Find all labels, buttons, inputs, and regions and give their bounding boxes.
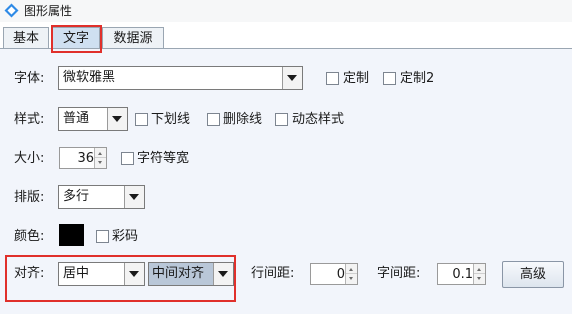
size-spinner[interactable]: 36 (59, 147, 107, 169)
strikethrough-label: 删除线 (223, 112, 263, 127)
custom-label: 定制 (343, 71, 370, 86)
font-label: 字体: (14, 71, 45, 86)
tab-highlight-box (51, 25, 102, 53)
font-dropdown-button[interactable] (282, 67, 302, 89)
title-bar: 图形属性 (0, 0, 572, 22)
char-spacing-decrement-button[interactable] (474, 274, 485, 284)
align-highlight-box (5, 255, 236, 302)
chevron-down-icon (129, 194, 139, 200)
line-spacing-spinner-buttons (345, 264, 357, 284)
style-dropdown-button[interactable] (107, 108, 127, 130)
layout-dropdown-button[interactable] (124, 186, 144, 208)
color-swatch[interactable] (59, 224, 84, 246)
line-spacing-spinner[interactable]: 0 (310, 263, 358, 285)
color-label: 颜色: (14, 229, 45, 244)
tab-basic[interactable]: 基本 (3, 27, 49, 49)
char-spacing-spinner-buttons (473, 264, 485, 284)
color-code-label: 彩码 (112, 229, 139, 244)
line-spacing-decrement-button[interactable] (346, 274, 357, 284)
color-code-checkbox[interactable] (96, 230, 109, 243)
char-spacing-label: 字间距: (377, 266, 421, 281)
layout-label: 排版: (14, 190, 45, 205)
size-value: 36 (77, 151, 94, 166)
size-label: 大小: (14, 151, 45, 166)
font-value: 微软雅黑 (63, 70, 116, 85)
line-spacing-increment-button[interactable] (346, 264, 357, 274)
size-increment-button[interactable] (95, 148, 106, 158)
char-spacing-increment-button[interactable] (474, 264, 485, 274)
underline-checkbox[interactable] (135, 113, 148, 126)
window-title: 图形属性 (24, 4, 73, 18)
equal-width-label: 字符等宽 (137, 151, 190, 166)
advanced-button[interactable]: 高级 (502, 261, 564, 288)
layout-select[interactable]: 多行 (58, 185, 145, 209)
custom2-label: 定制2 (400, 71, 435, 86)
dynamic-style-checkbox[interactable] (275, 113, 288, 126)
char-spacing-value: 0.1 (452, 267, 473, 282)
app-icon (4, 3, 19, 18)
char-spacing-spinner[interactable]: 0.1 (437, 263, 486, 285)
size-decrement-button[interactable] (95, 158, 106, 168)
style-value: 普通 (63, 111, 90, 126)
chevron-down-icon (112, 116, 122, 122)
style-label: 样式: (14, 112, 45, 127)
layout-value: 多行 (63, 189, 90, 204)
strikethrough-checkbox[interactable] (207, 113, 220, 126)
custom-checkbox[interactable] (326, 72, 339, 85)
chevron-down-icon (287, 75, 297, 81)
line-spacing-label: 行间距: (251, 266, 295, 281)
font-select[interactable]: 微软雅黑 (58, 66, 303, 90)
dynamic-style-label: 动态样式 (292, 112, 345, 127)
equal-width-checkbox[interactable] (121, 152, 134, 165)
line-spacing-value: 0 (336, 267, 345, 282)
tab-datasource[interactable]: 数据源 (102, 27, 164, 49)
underline-label: 下划线 (151, 112, 191, 127)
custom2-checkbox[interactable] (383, 72, 396, 85)
size-spinner-buttons (94, 148, 106, 168)
style-select[interactable]: 普通 (58, 107, 128, 131)
